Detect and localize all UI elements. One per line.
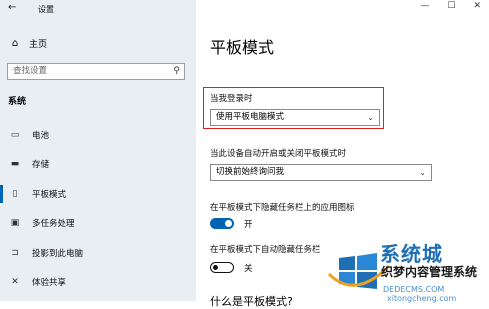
watermark-dede: DEDECMS.COM <box>383 285 445 294</box>
switch-mode-dropdown[interactable]: 切换前始终询问我 ⌄ <box>210 164 432 181</box>
sidebar-item-label: 存储 <box>32 160 50 170</box>
search-placeholder: 查找设置 <box>13 66 48 76</box>
toggle-knob <box>213 264 218 270</box>
toggle-knob <box>225 220 232 227</box>
page-title: 平板模式 <box>210 38 275 57</box>
close-button[interactable]: ✕ <box>473 1 481 11</box>
autohide-state: 关 <box>244 264 253 274</box>
sidebar-item-label: 电池 <box>32 131 50 141</box>
sidebar-item-multitasking[interactable]: ▣ 多任务处理 <box>0 216 196 230</box>
battery-icon: ▭ <box>10 130 20 140</box>
maximize-button[interactable]: ☐ <box>447 1 455 11</box>
projector-icon: ⊐ <box>11 248 19 258</box>
sidebar-item-label: 平板模式 <box>32 190 67 200</box>
hide-icons-state: 开 <box>244 220 253 230</box>
sidebar-item-project-to-pc[interactable]: ⊐ 投影到此电脑 <box>0 246 196 260</box>
sidebar-item-shared-experiences[interactable]: ✕ 体验共享 <box>0 275 196 289</box>
home-icon: ⌂ <box>11 37 19 49</box>
minimize-button[interactable]: — <box>420 1 429 11</box>
login-mode-dropdown[interactable]: 使用平板电脑模式 ⌄ <box>210 109 380 126</box>
watermark-text-cms: 织梦内容管理系统 <box>381 265 478 279</box>
what-is-tablet-mode-heading: 什么是平板模式? <box>210 295 293 308</box>
sidebar-item-label: 主页 <box>29 39 48 50</box>
dropdown-value: 使用平板电脑模式 <box>216 112 285 122</box>
hide-icons-toggle[interactable] <box>210 218 234 229</box>
sidebar-item-storage[interactable]: ▬ 存储 <box>0 157 196 171</box>
section-title: 系统 <box>8 97 27 107</box>
sidebar-item-battery[interactable]: ▭ 电池 <box>0 128 196 142</box>
hide-icons-label: 在平板模式下隐藏任务栏上的应用图标 <box>210 203 355 213</box>
window-controls: — ☐ ✕ <box>420 1 481 11</box>
autohide-toggle[interactable] <box>210 262 234 273</box>
dropdown-value: 切换前始终询问我 <box>216 167 285 177</box>
sidebar: ← 设置 ⌂ 主页 查找设置 ⚲ 系统 ▭ 电池 ▬ 存储 ▯ 平板模式 ▣ 多… <box>0 0 196 301</box>
watermark-text-url: DEDECMS.COM xitongcheng.com <box>383 285 489 303</box>
share-icon: ✕ <box>11 277 19 287</box>
chevron-down-icon: ⌄ <box>367 113 374 122</box>
watermark-domain: xitongcheng.com <box>387 294 457 303</box>
storage-icon: ▬ <box>10 159 20 169</box>
window-title: 设置 <box>38 5 54 14</box>
switch-label: 当此设备自动开启或关闭平板模式时 <box>210 149 347 159</box>
chevron-down-icon: ⌄ <box>419 168 426 177</box>
login-label: 当我登录时 <box>210 94 253 104</box>
autohide-label: 在平板模式下自动隐藏任务栏 <box>210 245 321 255</box>
sidebar-item-tablet-mode[interactable]: ▯ 平板模式 <box>0 185 196 203</box>
sidebar-item-label: 体验共享 <box>32 278 67 288</box>
back-arrow-icon[interactable]: ← <box>8 2 16 13</box>
sidebar-item-home[interactable]: ⌂ 主页 <box>8 36 47 50</box>
sidebar-item-label: 多任务处理 <box>32 219 75 229</box>
search-icon[interactable]: ⚲ <box>173 64 180 79</box>
multitasking-icon: ▣ <box>10 218 20 228</box>
sidebar-item-label: 投影到此电脑 <box>32 249 84 259</box>
search-input[interactable]: 查找设置 ⚲ <box>7 63 185 80</box>
tablet-mode-icon: ▯ <box>12 189 18 199</box>
